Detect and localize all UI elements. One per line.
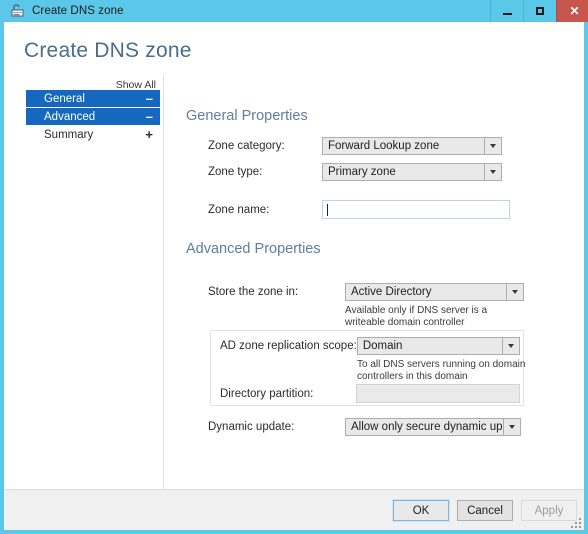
zone-type-select[interactable]: Primary zone bbox=[322, 163, 502, 181]
maximize-icon bbox=[536, 7, 544, 15]
window-controls: ✕ bbox=[490, 0, 588, 22]
zone-category-select[interactable]: Forward Lookup zone bbox=[322, 137, 502, 155]
directory-partition-input bbox=[355, 384, 520, 403]
zone-type-row: Zone type: Primary zone bbox=[208, 163, 518, 181]
store-zone-label: Store the zone in: bbox=[208, 286, 299, 298]
sidebar-item-general-label: General bbox=[44, 92, 85, 105]
zone-name-input[interactable] bbox=[322, 200, 510, 219]
show-all-link[interactable]: Show All bbox=[116, 79, 156, 91]
minimize-icon bbox=[502, 12, 512, 15]
dynamic-update-select[interactable]: Allow only secure dynamic updates (rec bbox=[345, 418, 521, 436]
sidebar-item-advanced[interactable]: Advanced – bbox=[26, 108, 160, 125]
show-all-row: Show All bbox=[26, 75, 160, 91]
store-zone-value: Active Directory bbox=[351, 286, 432, 298]
text-cursor bbox=[327, 204, 328, 216]
replication-scope-value: Domain bbox=[362, 340, 403, 352]
zone-name-row: Zone name: bbox=[208, 200, 518, 219]
replication-scope-helper-text: To all DNS servers running on domain con… bbox=[357, 359, 526, 382]
minimize-button[interactable] bbox=[490, 0, 523, 22]
replication-scope-label: AD zone replication scope: bbox=[220, 340, 357, 352]
dialog-footer: OK Cancel Apply bbox=[4, 489, 584, 530]
cancel-button[interactable]: Cancel bbox=[457, 500, 513, 521]
nav-content-divider bbox=[163, 75, 164, 490]
sidebar-item-advanced-label: Advanced bbox=[44, 110, 96, 123]
close-icon: ✕ bbox=[569, 4, 580, 18]
chevron-down-icon[interactable] bbox=[506, 284, 523, 300]
dns-zone-icon bbox=[10, 3, 26, 19]
ok-button[interactable]: OK bbox=[392, 499, 450, 522]
zone-category-value: Forward Lookup zone bbox=[328, 140, 440, 152]
store-zone-select[interactable]: Active Directory bbox=[345, 283, 524, 301]
zone-category-label: Zone category: bbox=[208, 140, 285, 152]
chevron-down-icon[interactable] bbox=[484, 138, 501, 154]
section-navigation: Show All General – Advanced – Summary + bbox=[26, 75, 160, 144]
collapse-minus-icon: – bbox=[145, 109, 153, 124]
zone-category-row: Zone category: Forward Lookup zone bbox=[208, 137, 518, 155]
create-dns-zone-window: Create DNS zone ✕ Create DNS zone Show A… bbox=[0, 0, 588, 534]
page-title: Create DNS zone bbox=[24, 39, 192, 62]
sidebar-item-general[interactable]: General – bbox=[26, 90, 160, 107]
store-zone-row: Store the zone in: Active Directory bbox=[208, 283, 548, 301]
title-bar: Create DNS zone ✕ bbox=[4, 0, 588, 22]
dynamic-update-label: Dynamic update: bbox=[208, 421, 295, 433]
advanced-properties-heading: Advanced Properties bbox=[186, 241, 321, 257]
dynamic-update-row: Dynamic update: Allow only secure dynami… bbox=[208, 418, 548, 436]
resize-grip[interactable] bbox=[569, 516, 581, 528]
replication-scope-select[interactable]: Domain bbox=[356, 337, 520, 355]
chevron-down-icon[interactable] bbox=[503, 419, 520, 435]
zone-type-label: Zone type: bbox=[208, 166, 263, 178]
zone-name-label: Zone name: bbox=[208, 203, 270, 216]
collapse-minus-icon: – bbox=[145, 91, 153, 106]
zone-type-value: Primary zone bbox=[328, 166, 396, 178]
sidebar-item-summary[interactable]: Summary + bbox=[26, 126, 160, 143]
directory-partition-row: Directory partition: bbox=[220, 384, 520, 403]
store-zone-helper-text: Available only if DNS server is a writea… bbox=[345, 305, 488, 328]
close-button[interactable]: ✕ bbox=[556, 0, 588, 22]
replication-scope-row: AD zone replication scope: Domain bbox=[220, 337, 520, 355]
window-title: Create DNS zone bbox=[32, 5, 124, 17]
chevron-down-icon[interactable] bbox=[484, 164, 501, 180]
sidebar-item-summary-label: Summary bbox=[44, 128, 94, 141]
general-properties-heading: General Properties bbox=[186, 108, 308, 124]
dialog-content: Create DNS zone Show All General – Advan… bbox=[4, 22, 584, 530]
expand-plus-icon: + bbox=[145, 127, 153, 142]
chevron-down-icon[interactable] bbox=[502, 338, 519, 354]
maximize-button[interactable] bbox=[523, 0, 556, 22]
directory-partition-label: Directory partition: bbox=[220, 387, 314, 400]
dynamic-update-value: Allow only secure dynamic updates (rec bbox=[351, 421, 503, 433]
